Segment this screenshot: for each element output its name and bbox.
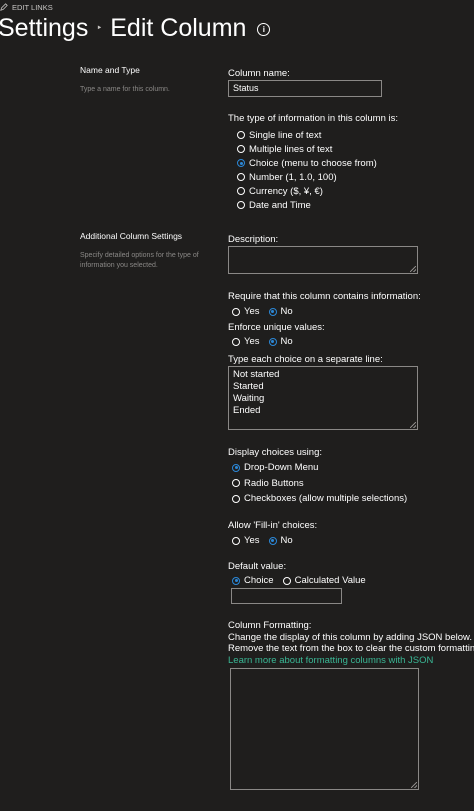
formatting-line1: Change the display of this column by add…: [228, 632, 472, 643]
require-no[interactable]: No: [268, 306, 293, 317]
type-option[interactable]: Currency ($, ¥, €): [237, 184, 377, 198]
default-calculated[interactable]: Calculated Value: [282, 575, 366, 586]
additional-heading: Additional Column Settings: [80, 231, 183, 241]
type-option[interactable]: Single line of text: [237, 128, 377, 142]
choice-line: Waiting: [233, 393, 265, 404]
default-label: Default value:: [228, 561, 287, 572]
require-options: Yes No: [232, 306, 293, 317]
formatting-json-textarea[interactable]: [230, 668, 419, 790]
choices-label: Type each choice on a separate line:: [228, 354, 383, 365]
additional-description: Specify detailed options for the type of…: [80, 252, 199, 269]
radio-selected-icon[interactable]: [232, 576, 240, 585]
fillin-label: Allow 'Fill-in' choices:: [228, 520, 318, 531]
name-type-heading: Name and Type: [80, 65, 140, 75]
type-option[interactable]: Number (1, 1.0, 100): [237, 170, 377, 184]
default-choice[interactable]: Choice: [232, 575, 274, 586]
radio-icon[interactable]: [237, 145, 245, 153]
column-name-field[interactable]: Status: [228, 80, 382, 97]
choice-line: Started: [233, 381, 264, 392]
radio-selected-icon[interactable]: [268, 337, 277, 346]
formatting-line2: Remove the text from the box to clear th…: [228, 643, 474, 654]
unique-yes[interactable]: Yes: [232, 336, 260, 347]
info-icon[interactable]: i: [257, 23, 271, 36]
unique-no[interactable]: No: [268, 336, 293, 347]
require-yes[interactable]: Yes: [232, 306, 260, 317]
type-label: The type of information in this column i…: [228, 113, 399, 124]
display-label: Display choices using:: [228, 447, 322, 458]
radio-icon[interactable]: [232, 337, 240, 346]
unique-options: Yes No: [232, 336, 293, 347]
description-textarea[interactable]: [228, 246, 418, 274]
name-type-description: Type a name for this column.: [80, 86, 170, 93]
radio-icon[interactable]: [237, 131, 245, 139]
description-label: Description:: [228, 234, 279, 245]
choice-line: Ended: [233, 405, 261, 416]
radio-icon[interactable]: [237, 201, 245, 209]
breadcrumb: Settings ‣ Edit Column i: [0, 14, 271, 43]
fillin-no[interactable]: No: [268, 535, 293, 546]
display-option[interactable]: Drop-Down Menu: [232, 460, 407, 476]
choice-line: Not started: [233, 369, 280, 380]
radio-icon[interactable]: [232, 479, 240, 488]
radio-selected-icon[interactable]: [237, 159, 245, 167]
require-label: Require that this column contains inform…: [228, 291, 421, 302]
default-value-field[interactable]: [231, 588, 342, 604]
display-option[interactable]: Checkboxes (allow multiple selections): [232, 491, 407, 507]
radio-icon[interactable]: [282, 576, 291, 585]
type-option[interactable]: Choice (menu to choose from): [237, 156, 377, 170]
edit-links-label[interactable]: EDIT LINKS: [12, 3, 53, 12]
type-option[interactable]: Date and Time: [237, 198, 377, 212]
chevron-right-icon: ‣: [96, 23, 103, 34]
type-option[interactable]: Multiple lines of text: [237, 142, 377, 156]
breadcrumb-settings[interactable]: Settings: [0, 14, 88, 43]
resize-handle-icon[interactable]: [410, 422, 416, 428]
radio-icon[interactable]: [237, 173, 245, 181]
radio-icon[interactable]: [232, 307, 240, 316]
radio-icon[interactable]: [237, 187, 245, 195]
pencil-icon: [0, 3, 8, 11]
column-name-label: Column name:: [228, 68, 290, 79]
type-options: Single line of text Multiple lines of te…: [237, 128, 377, 212]
resize-handle-icon[interactable]: [410, 266, 416, 272]
default-options: Choice Calculated Value: [232, 575, 366, 586]
fillin-options: Yes No: [232, 535, 293, 546]
unique-label: Enforce unique values:: [228, 322, 325, 333]
choices-textarea[interactable]: Not started Started Waiting Ended: [228, 366, 418, 430]
display-options: Drop-Down Menu Radio Buttons Checkboxes …: [232, 460, 407, 507]
radio-selected-icon[interactable]: [268, 536, 277, 545]
radio-icon[interactable]: [232, 494, 240, 503]
fillin-yes[interactable]: Yes: [232, 535, 260, 546]
formatting-label: Column Formatting:: [228, 620, 312, 631]
edit-links-bar[interactable]: EDIT LINKS: [0, 0, 53, 14]
radio-selected-icon[interactable]: [268, 307, 277, 316]
page-title: Edit Column: [110, 14, 247, 42]
radio-selected-icon[interactable]: [232, 463, 240, 472]
formatting-help-link[interactable]: Learn more about formatting columns with…: [228, 655, 433, 666]
display-option[interactable]: Radio Buttons: [232, 476, 407, 492]
radio-icon[interactable]: [232, 536, 240, 545]
resize-handle-icon[interactable]: [411, 782, 417, 788]
